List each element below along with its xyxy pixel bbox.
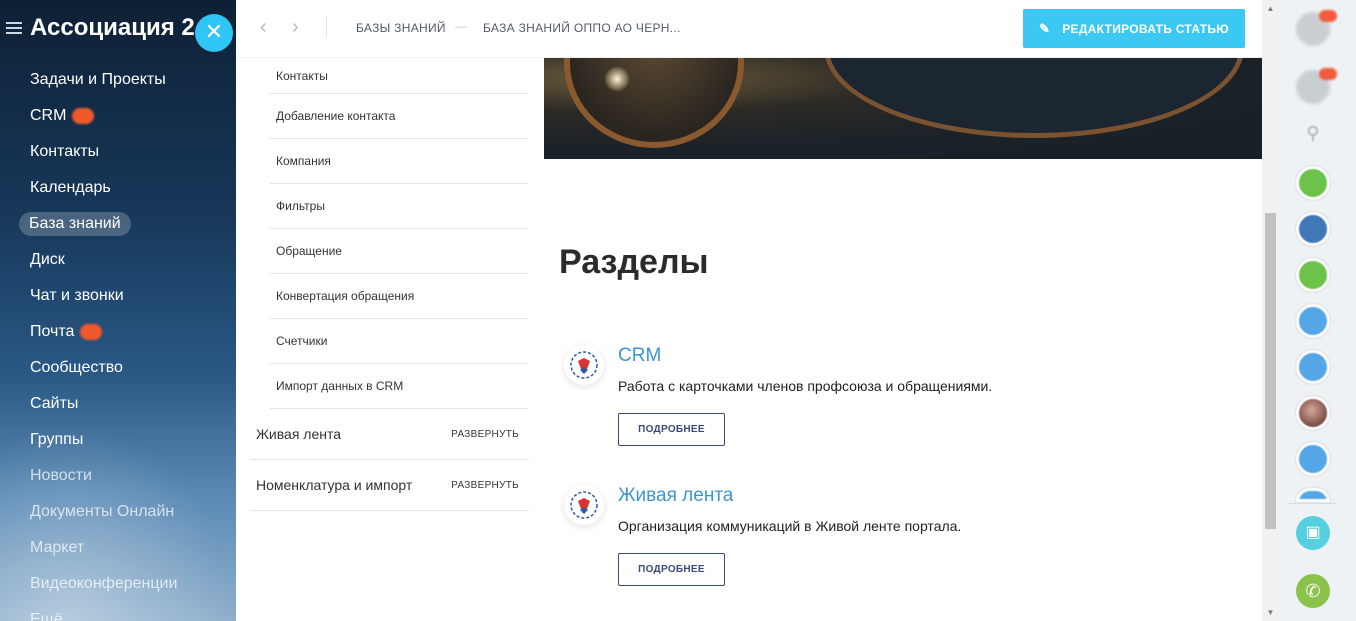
sidebar-item-crm[interactable]: CRM 99 bbox=[0, 98, 236, 134]
tree-sub-item[interactable]: Конвертация обращения bbox=[270, 274, 528, 319]
right-panel: ⚲ ▣ ✆ bbox=[1279, 0, 1356, 621]
sidebar-item-more[interactable]: Ещё bbox=[0, 602, 236, 621]
section-description: Организация коммуникаций в Живой ленте п… bbox=[618, 518, 962, 534]
expand-link[interactable]: РАЗВЕРНУТЬ bbox=[451, 429, 519, 440]
tree-subsection: Контакты Добавление контакта Компания Фи… bbox=[270, 58, 528, 409]
breadcrumb-separator: — bbox=[455, 19, 467, 33]
search-icon[interactable]: ⚲ bbox=[1296, 116, 1330, 150]
sidebar-item-label: Календарь bbox=[30, 179, 111, 196]
counter-badge: 99 bbox=[72, 108, 95, 124]
sidebar-item-label: CRM bbox=[30, 107, 67, 124]
sidebar-item-tasks[interactable]: Задачи и Проекты bbox=[0, 62, 236, 98]
document-icon[interactable]: ▣ bbox=[1296, 516, 1330, 550]
sidebar-item-sites[interactable]: Сайты bbox=[0, 386, 236, 422]
tree-item-nomenclature[interactable]: Номенклатура и импорт РАЗВЕРНУТЬ bbox=[250, 460, 529, 511]
scrollbar-thumb[interactable] bbox=[1265, 213, 1276, 529]
sidebar-item-mail[interactable]: Почта 99 bbox=[0, 314, 236, 350]
divider bbox=[1289, 503, 1337, 504]
sidebar-item-label: Группы bbox=[30, 431, 84, 448]
sidebar-item-label: Маркет bbox=[30, 539, 85, 556]
sidebar-item-disk[interactable]: Диск bbox=[0, 242, 236, 278]
menu-icon[interactable] bbox=[6, 22, 22, 34]
avatar[interactable] bbox=[1296, 442, 1330, 476]
sidebar-item-label: Почта bbox=[30, 323, 75, 340]
sidebar-item-label: Задачи и Проекты bbox=[30, 71, 166, 88]
close-slider-button[interactable]: ✕ bbox=[195, 14, 233, 52]
article-tree: Контакты Добавление контакта Компания Фи… bbox=[250, 58, 530, 511]
tree-item-label: Живая лента bbox=[256, 426, 342, 442]
avatar[interactable] bbox=[1296, 212, 1330, 246]
tree-item-label: Номенклатура и импорт bbox=[256, 477, 413, 493]
sidebar-item-label: Контакты bbox=[30, 143, 100, 160]
edit-article-button[interactable]: ✎ РЕДАКТИРОВАТЬ СТАТЬЮ bbox=[1023, 9, 1245, 48]
avatar[interactable] bbox=[1296, 166, 1330, 200]
message-badge bbox=[1319, 68, 1337, 80]
tree-sub-item[interactable]: Контакты bbox=[270, 58, 528, 94]
vertical-scrollbar[interactable]: ▲ ▼ bbox=[1262, 0, 1279, 621]
tree-sub-item[interactable]: Счетчики bbox=[270, 319, 528, 364]
sidebar-item-label: Документы Онлайн bbox=[30, 503, 175, 520]
sidebar-item-groups[interactable]: Группы bbox=[0, 422, 236, 458]
tree-sub-item[interactable]: Фильтры bbox=[270, 184, 528, 229]
sidebar-item-label: База знаний bbox=[19, 212, 131, 236]
expand-link[interactable]: РАЗВЕРНУТЬ bbox=[451, 480, 519, 491]
avatar[interactable] bbox=[1296, 488, 1330, 502]
section-description: Работа с карточками членов профсоюза и о… bbox=[618, 378, 993, 394]
sidebar-item-label: Чат и звонки bbox=[30, 287, 124, 304]
tree-sub-item[interactable]: Компания bbox=[270, 139, 528, 184]
sidebar-item-label: Новости bbox=[30, 467, 92, 484]
sidebar-item-video[interactable]: Видеоконференции bbox=[0, 566, 236, 602]
sidebar-item-news[interactable]: Новости bbox=[0, 458, 236, 494]
sidebar-item-calendar[interactable]: Календарь bbox=[0, 170, 236, 206]
sidebar-item-market[interactable]: Маркет bbox=[0, 530, 236, 566]
sidebar-header: Ассоциация 2 bbox=[6, 14, 195, 42]
sidebar-item-label: Диск bbox=[30, 251, 65, 268]
knowledge-base-panel: ‹ › БАЗЫ ЗНАНИЙ — БАЗА ЗНАНИЙ ОППО АО ЧЕ… bbox=[236, 0, 1262, 621]
sidebar-item-documents[interactable]: Документы Онлайн bbox=[0, 494, 236, 530]
edit-article-label: РЕДАКТИРОВАТЬ СТАТЬЮ bbox=[1062, 21, 1229, 36]
sidebar-item-label: Сообщество bbox=[30, 359, 123, 376]
breadcrumb-item[interactable]: БАЗА ЗНАНИЙ ОППО АО ЧЕРН... bbox=[483, 21, 681, 35]
sidebar-item-knowledge-base[interactable]: База знаний bbox=[0, 206, 236, 242]
sidebar-item-contacts[interactable]: Контакты bbox=[0, 134, 236, 170]
close-icon: ✕ bbox=[204, 19, 224, 44]
portal-title[interactable]: Ассоциация 2 bbox=[30, 14, 195, 42]
section-title-link[interactable]: Живая лента bbox=[618, 485, 733, 507]
section-logo-icon bbox=[564, 485, 604, 525]
scroll-up-icon[interactable]: ▲ bbox=[1266, 4, 1275, 13]
sidebar-item-community[interactable]: Сообщество bbox=[0, 350, 236, 386]
left-sidebar: Ассоциация 2 Задачи и Проекты CRM 99 Конт… bbox=[0, 0, 236, 621]
more-button[interactable]: ПОДРОБНЕЕ bbox=[618, 553, 725, 586]
back-arrow-icon[interactable]: ‹ bbox=[260, 16, 267, 39]
tree-sub-item[interactable]: Импорт данных в CRM bbox=[270, 364, 528, 409]
section-title-link[interactable]: CRM bbox=[618, 345, 661, 367]
notification-badge bbox=[1319, 10, 1337, 22]
sidebar-item-label: Сайты bbox=[30, 395, 79, 412]
sidebar-item-label: Ещё bbox=[30, 611, 63, 621]
more-button[interactable]: ПОДРОБНЕЕ bbox=[618, 413, 725, 446]
avatar[interactable] bbox=[1296, 258, 1330, 292]
breadcrumb-item[interactable]: БАЗЫ ЗНАНИЙ bbox=[356, 21, 446, 35]
avatar[interactable] bbox=[1296, 350, 1330, 384]
section-heading: Разделы bbox=[559, 243, 709, 281]
sidebar-item-chat[interactable]: Чат и звонки bbox=[0, 278, 236, 314]
avatar[interactable] bbox=[1296, 396, 1330, 430]
counter-badge: 99 bbox=[80, 324, 103, 340]
section-logo-icon bbox=[564, 345, 604, 385]
hero-image bbox=[544, 58, 1262, 159]
scroll-down-icon[interactable]: ▼ bbox=[1266, 608, 1275, 617]
tree-sub-item[interactable]: Добавление контакта bbox=[270, 94, 528, 139]
sidebar-menu: Задачи и Проекты CRM 99 Контакты Календар… bbox=[0, 62, 236, 621]
phone-icon[interactable]: ✆ bbox=[1296, 574, 1330, 608]
forward-arrow-icon[interactable]: › bbox=[292, 16, 299, 39]
avatar[interactable] bbox=[1296, 304, 1330, 338]
top-bar: ‹ › БАЗЫ ЗНАНИЙ — БАЗА ЗНАНИЙ ОППО АО ЧЕ… bbox=[236, 0, 1262, 58]
pencil-icon: ✎ bbox=[1039, 20, 1051, 36]
divider bbox=[326, 16, 327, 38]
tree-item-live-feed[interactable]: Живая лента РАЗВЕРНУТЬ bbox=[250, 409, 529, 460]
sidebar-item-label: Видеоконференции bbox=[30, 575, 178, 592]
tree-sub-item[interactable]: Обращение bbox=[270, 229, 528, 274]
